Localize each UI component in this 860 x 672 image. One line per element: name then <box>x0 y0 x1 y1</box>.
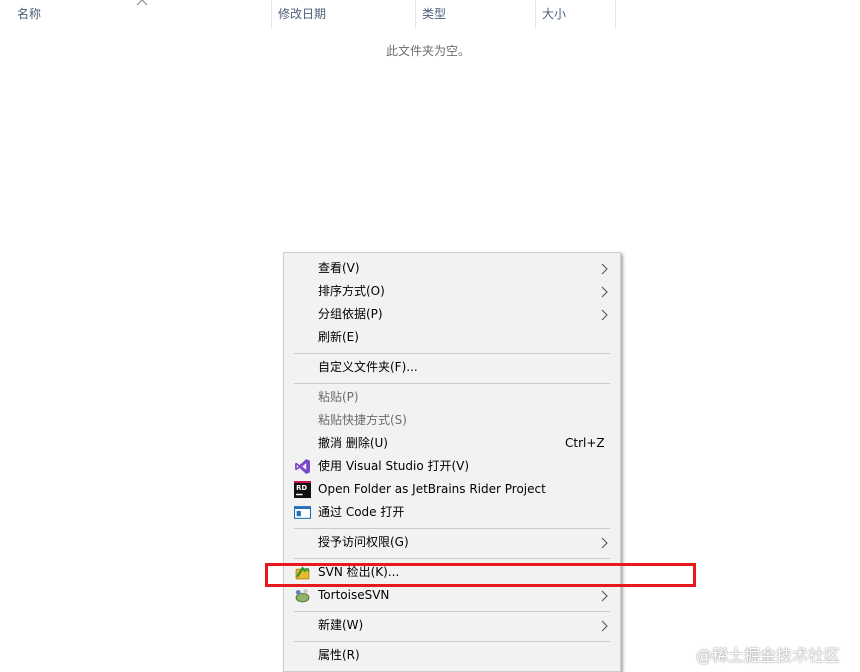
menu-item-new[interactable]: 新建(W) <box>284 614 620 637</box>
menu-item-label: 分组依据(P) <box>318 307 383 321</box>
shortcut-text: Ctrl+Z <box>565 436 605 450</box>
column-divider[interactable] <box>615 0 616 28</box>
empty-folder-message: 此文件夹为空。 <box>385 44 470 58</box>
menu-item-undo-delete[interactable]: 撤消 删除(U) Ctrl+Z <box>284 432 620 455</box>
watermark: @稀土掘金技术社区 <box>696 646 841 665</box>
menu-item-label: 自定义文件夹(F)... <box>318 360 418 374</box>
menu-item-tortoisesvn[interactable]: TortoiseSVN <box>284 584 620 607</box>
menu-item-paste-shortcut: 粘贴快捷方式(S) <box>284 409 620 432</box>
menu-item-label: 授予访问权限(G) <box>318 535 409 549</box>
menu-item-paste: 粘贴(P) <box>284 386 620 409</box>
column-header-size[interactable]: 大小 <box>536 0 615 28</box>
menu-separator <box>294 353 610 354</box>
menu-item-label: 粘贴快捷方式(S) <box>318 413 407 427</box>
chevron-right-icon <box>601 620 608 632</box>
menu-item-sort-by[interactable]: 排序方式(O) <box>284 280 620 303</box>
menu-separator <box>294 558 610 559</box>
menu-separator <box>294 528 610 529</box>
visual-studio-icon <box>295 459 310 474</box>
tortoisesvn-icon <box>295 589 310 603</box>
column-header-name[interactable]: 名称 <box>11 0 271 28</box>
chevron-right-icon <box>601 263 608 275</box>
menu-item-give-access[interactable]: 授予访问权限(G) <box>284 531 620 554</box>
column-header-modified-date[interactable]: 修改日期 <box>272 0 415 28</box>
chevron-right-icon <box>601 309 608 321</box>
menu-separator <box>294 641 610 642</box>
menu-item-open-visual-studio[interactable]: 使用 Visual Studio 打开(V) <box>284 455 620 478</box>
menu-item-view[interactable]: 查看(V) <box>284 257 620 280</box>
menu-item-properties[interactable]: 属性(R) <box>284 644 620 667</box>
menu-item-label: 查看(V) <box>318 261 360 275</box>
menu-item-customize-folder[interactable]: 自定义文件夹(F)... <box>284 356 620 379</box>
chevron-right-icon <box>601 537 608 549</box>
menu-item-open-code[interactable]: 通过 Code 打开 <box>284 501 620 524</box>
menu-item-refresh[interactable]: 刷新(E) <box>284 326 620 349</box>
vscode-icon <box>294 506 311 519</box>
menu-item-label: Open Folder as JetBrains Rider Project <box>318 482 546 496</box>
menu-item-label: 新建(W) <box>318 618 364 632</box>
menu-item-open-rider[interactable]: RD Open Folder as JetBrains Rider Projec… <box>284 478 620 501</box>
menu-separator <box>294 611 610 612</box>
menu-item-group-by[interactable]: 分组依据(P) <box>284 303 620 326</box>
menu-item-label: 属性(R) <box>318 648 360 662</box>
column-header-type[interactable]: 类型 <box>416 0 535 28</box>
highlight-annotation-box <box>265 563 696 587</box>
menu-separator <box>294 383 610 384</box>
menu-item-label: 排序方式(O) <box>318 284 385 298</box>
column-header-bar: 名称 修改日期 类型 大小 <box>0 0 860 28</box>
menu-item-label: 刷新(E) <box>318 330 359 344</box>
chevron-right-icon <box>601 286 608 298</box>
menu-item-label: 使用 Visual Studio 打开(V) <box>318 459 470 473</box>
context-menu: 查看(V) 排序方式(O) 分组依据(P) 刷新(E) 自定义文件夹(F)...… <box>283 252 621 672</box>
menu-item-label: TortoiseSVN <box>318 588 390 602</box>
menu-item-label: 通过 Code 打开 <box>318 505 405 519</box>
chevron-right-icon <box>601 590 608 602</box>
svg-text:RD: RD <box>296 484 307 492</box>
menu-item-label: 粘贴(P) <box>318 390 359 404</box>
menu-item-label: 撤消 删除(U) <box>318 436 388 450</box>
jetbrains-rider-icon: RD <box>294 481 311 498</box>
